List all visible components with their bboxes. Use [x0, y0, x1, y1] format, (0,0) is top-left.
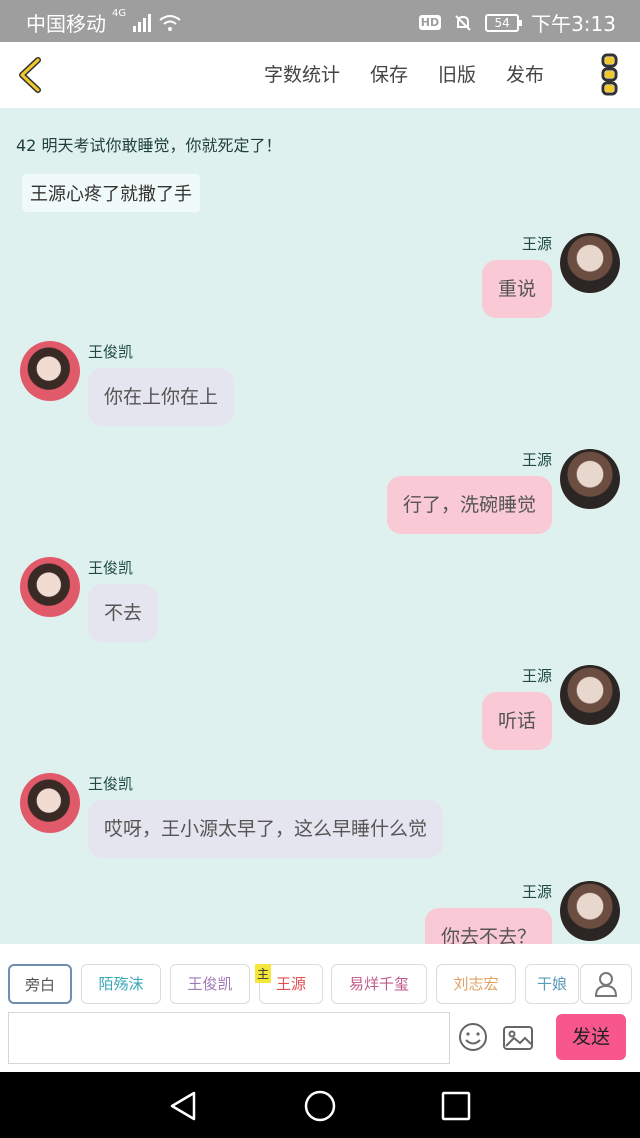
publish-button[interactable]: 发布 — [506, 60, 544, 87]
message-input[interactable] — [8, 1012, 450, 1064]
old-version-button[interactable]: 旧版 — [438, 60, 476, 87]
nav-recents-button[interactable] — [438, 1088, 474, 1124]
main-role-badge: 主 — [255, 964, 272, 983]
bell-off-icon — [455, 14, 471, 31]
message-bubble[interactable]: 你在上你在上 — [88, 368, 235, 426]
system-nav-bar — [0, 1072, 640, 1138]
sender-name: 王俊凯 — [88, 775, 134, 793]
editor-header: 字数统计 保存 旧版 发布 — [0, 42, 640, 108]
chevron-left-icon — [19, 57, 41, 93]
avatar[interactable] — [20, 557, 80, 617]
avatar[interactable] — [560, 233, 620, 293]
back-button[interactable] — [10, 52, 50, 98]
nav-home-button[interactable] — [302, 1088, 338, 1124]
status-bar: 中国移动 4G HD 54 下午3:13 — [0, 0, 640, 42]
signal-icon — [133, 13, 152, 32]
avatar[interactable] — [20, 773, 80, 833]
sender-name: 王俊凯 — [88, 343, 134, 361]
role-chip[interactable]: 王俊凯 — [170, 964, 250, 1004]
wifi-icon — [159, 14, 181, 31]
back-triangle-icon — [170, 1091, 196, 1121]
image-button[interactable] — [502, 1024, 534, 1052]
role-narrator[interactable]: 旁白 — [8, 964, 72, 1004]
chapter-intro: 42 明天考试你敢睡觉，你就死定了！ — [16, 136, 282, 155]
save-button[interactable]: 保存 — [370, 60, 408, 87]
role-chip[interactable]: 易烊千玺 — [331, 964, 427, 1004]
message-bubble[interactable]: 哎呀，王小源太早了，这么早睡什么觉 — [88, 800, 444, 858]
status-right: HD 54 下午3:13 — [418, 8, 616, 37]
role-chip[interactable]: 干娘 — [525, 964, 579, 1004]
sender-name: 王源 — [521, 883, 552, 901]
avatar[interactable] — [20, 341, 80, 401]
avatar[interactable] — [560, 449, 620, 509]
avatar[interactable] — [560, 881, 620, 941]
composer-panel: 旁白 陌殇沫 王俊凯 王源 易烊千玺 刘志宏 干娘 主 发送 — [0, 944, 640, 1072]
emoji-button[interactable] — [458, 1022, 488, 1052]
role-chip[interactable]: 刘志宏 — [436, 964, 516, 1004]
word-count-button[interactable]: 字数统计 — [264, 60, 340, 87]
narration-bubble[interactable]: 王源心疼了就撒了手 — [22, 174, 200, 212]
sender-name: 王源 — [521, 235, 552, 253]
message-bubble[interactable]: 你去不去？ — [424, 908, 552, 944]
hd-badge: HD — [418, 15, 442, 30]
sender-name: 王俊凯 — [88, 559, 134, 577]
profile-button[interactable] — [580, 964, 632, 1004]
user-icon — [594, 972, 618, 997]
home-circle-icon — [304, 1090, 336, 1122]
network-type: 4G — [112, 8, 127, 19]
nav-back-button[interactable] — [166, 1088, 202, 1124]
status-left: 中国移动 4G — [26, 8, 182, 37]
role-selector: 旁白 陌殇沫 王俊凯 王源 易烊千玺 刘志宏 干娘 — [0, 964, 640, 1008]
carrier-name: 中国移动 — [26, 12, 106, 36]
more-vertical-icon — [601, 53, 618, 96]
clock: 下午3:13 — [531, 12, 616, 36]
chat-area[interactable]: 42 明天考试你敢睡觉，你就死定了！ 王源心疼了就撒了手 王源 重说 王俊凯 你… — [0, 108, 640, 944]
message-bubble[interactable]: 重说 — [481, 260, 552, 318]
message-bubble[interactable]: 听话 — [481, 692, 552, 750]
sender-name: 王源 — [521, 451, 552, 469]
more-button[interactable] — [598, 52, 622, 98]
role-chip[interactable]: 陌殇沫 — [81, 964, 161, 1004]
recents-square-icon — [441, 1091, 471, 1121]
message-bubble[interactable]: 行了，洗碗睡觉 — [386, 476, 552, 534]
image-icon — [503, 1026, 533, 1050]
sender-name: 王源 — [521, 667, 552, 685]
header-menu: 字数统计 保存 旧版 发布 — [264, 60, 544, 87]
smiley-icon — [459, 1023, 487, 1051]
send-button[interactable]: 发送 — [556, 1014, 626, 1060]
avatar[interactable] — [560, 665, 620, 725]
message-bubble[interactable]: 不去 — [88, 584, 159, 642]
battery-indicator: 54 — [485, 13, 523, 32]
